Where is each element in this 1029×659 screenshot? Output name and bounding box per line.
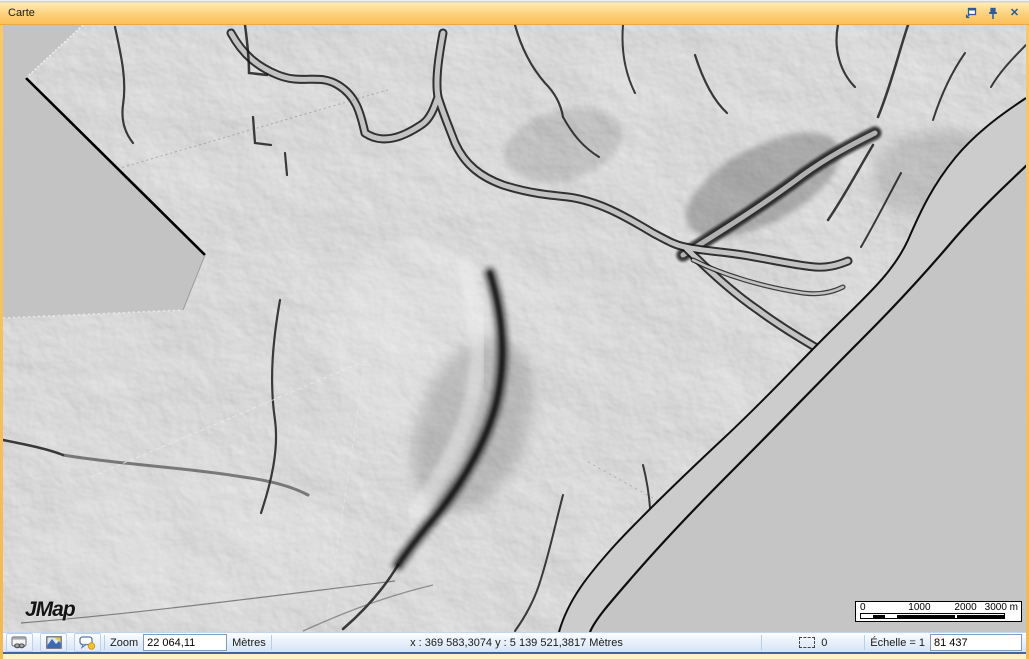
- scale-bar: 0 1000 2000 3000 m: [855, 601, 1022, 622]
- selection-marquee-icon: [799, 637, 815, 648]
- jmap-watermark: JMap: [25, 598, 75, 622]
- scale-section: Échelle = 1: [865, 633, 1026, 652]
- title-bar-buttons: ✕: [964, 7, 1021, 20]
- scale-bar-rule: [860, 613, 1005, 619]
- selection-count: 0: [821, 637, 827, 649]
- zoom-input[interactable]: [143, 634, 227, 651]
- zoom-section: Zoom Mètres: [105, 633, 271, 652]
- scale-bar-labels: 0 1000 2000 3000 m: [859, 602, 1018, 613]
- link-view-button[interactable]: [6, 633, 33, 652]
- tooltip-button[interactable]: [74, 633, 101, 652]
- selection-section: 0: [762, 633, 864, 652]
- hillshade-map-canvas[interactable]: [3, 25, 1026, 632]
- map-panel-window: Carte ✕: [0, 0, 1029, 659]
- close-icon[interactable]: ✕: [1008, 7, 1021, 20]
- status-tools: [3, 633, 104, 652]
- panel-title: Carte: [8, 7, 35, 19]
- map-viewport[interactable]: JMap 0 1000 2000 3000 m: [3, 25, 1026, 632]
- window-frame: JMap 0 1000 2000 3000 m: [0, 25, 1029, 659]
- pin-icon[interactable]: [986, 7, 999, 20]
- scale-label-0: 0: [860, 602, 866, 613]
- status-bar: Zoom Mètres x : 369 583,3074 y : 5 139 5…: [3, 632, 1026, 654]
- units-label: Mètres: [227, 637, 271, 649]
- window-bottom-strip: [3, 654, 1026, 659]
- overview-map-button[interactable]: [40, 633, 67, 652]
- scale-label: Échelle = 1: [865, 637, 930, 649]
- scale-input[interactable]: [930, 634, 1022, 651]
- panel-title-bar: Carte ✕: [0, 0, 1029, 25]
- scale-label-2000: 2000: [954, 602, 976, 613]
- float-window-icon[interactable]: [964, 7, 977, 20]
- scale-label-1000: 1000: [908, 602, 930, 613]
- zoom-label: Zoom: [105, 637, 143, 649]
- scale-label-3000m: 3000 m: [985, 602, 1018, 613]
- cursor-coordinates: x : 369 583,3074 y : 5 139 521,3817 Mètr…: [272, 633, 762, 652]
